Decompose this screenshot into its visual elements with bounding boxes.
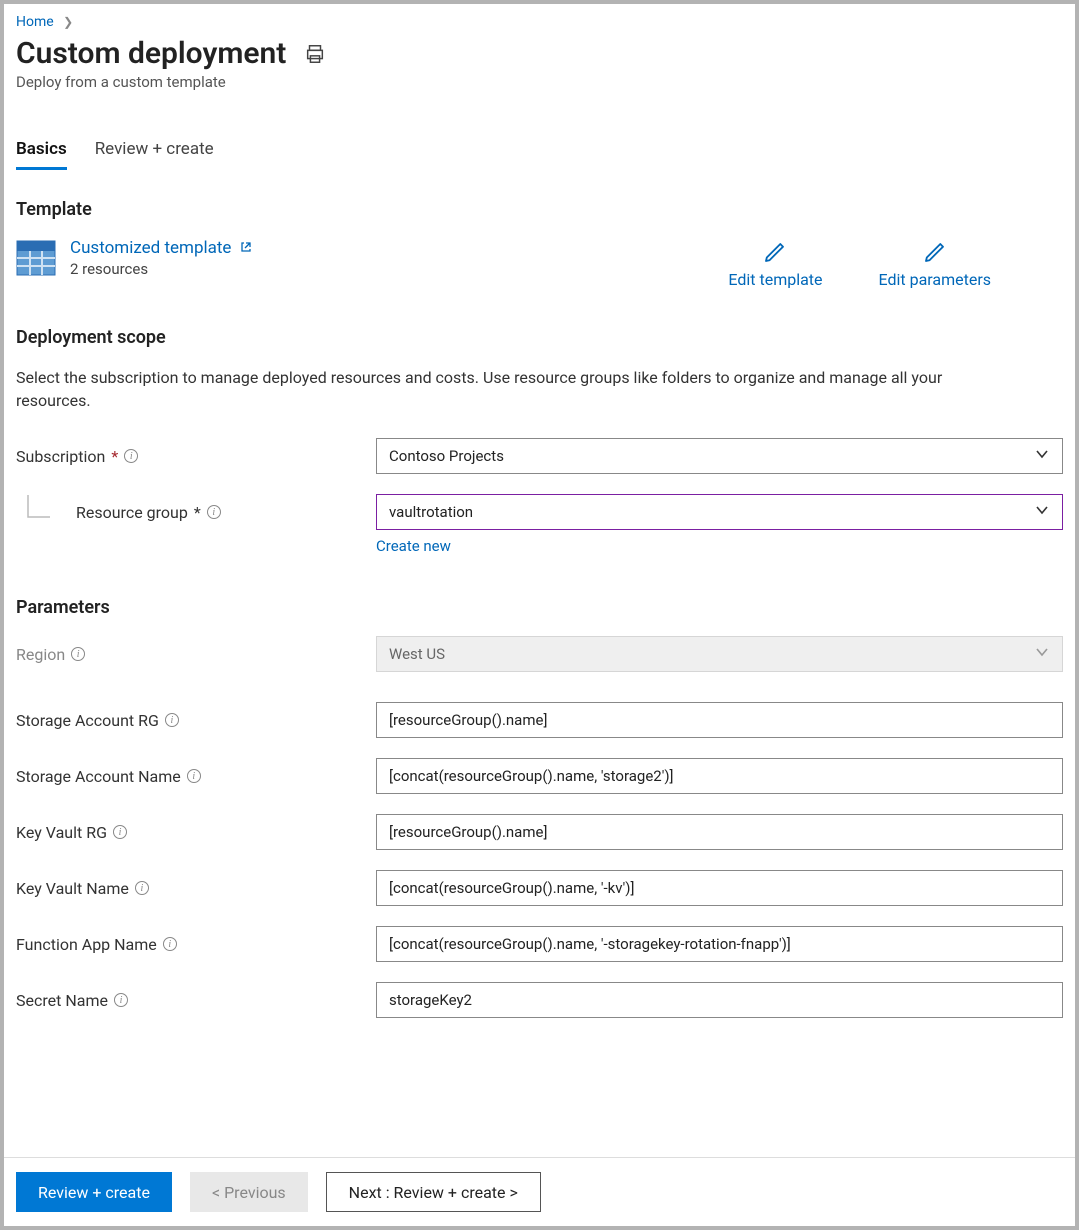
customized-template-label: Customized template	[70, 238, 231, 258]
page-subtitle: Deploy from a custom template	[16, 73, 1063, 91]
key-vault-name-label: Key Vault Name i	[16, 879, 376, 898]
region-label-text: Region	[16, 645, 65, 664]
main-content: Home ❯ Custom deployment Deploy from a c…	[4, 4, 1075, 1157]
info-icon[interactable]: i	[207, 505, 221, 519]
secret-name-input[interactable]	[376, 982, 1063, 1018]
parameters-header: Parameters	[16, 597, 1063, 618]
tabs: Basics Review + create	[16, 139, 1063, 171]
subscription-label-text: Subscription	[16, 447, 105, 466]
edit-parameters-label: Edit parameters	[879, 270, 991, 289]
resource-group-select[interactable]: vaultrotation	[376, 494, 1063, 530]
info-icon[interactable]: i	[71, 647, 85, 661]
info-icon[interactable]: i	[163, 937, 177, 951]
previous-button: < Previous	[190, 1172, 308, 1212]
key-vault-rg-input[interactable]	[376, 814, 1063, 850]
function-app-name-label-text: Function App Name	[16, 935, 157, 954]
resource-group-label-text: Resource group	[76, 503, 188, 522]
edit-template-label: Edit template	[728, 270, 822, 289]
secret-name-label: Secret Name i	[16, 991, 376, 1010]
function-app-name-label: Function App Name i	[16, 935, 376, 954]
chevron-down-icon	[1034, 644, 1050, 664]
print-icon[interactable]	[304, 43, 326, 65]
key-vault-rg-label: Key Vault RG i	[16, 823, 376, 842]
info-icon[interactable]: i	[165, 713, 179, 727]
breadcrumb-home[interactable]: Home	[16, 14, 54, 30]
info-icon[interactable]: i	[124, 449, 138, 463]
tab-review-create[interactable]: Review + create	[95, 139, 214, 170]
footer-bar: Review + create < Previous Next : Review…	[4, 1157, 1075, 1226]
storage-account-rg-input[interactable]	[376, 702, 1063, 738]
tab-basics[interactable]: Basics	[16, 139, 67, 170]
next-button[interactable]: Next : Review + create >	[326, 1172, 541, 1212]
storage-account-rg-label-text: Storage Account RG	[16, 711, 159, 730]
info-icon[interactable]: i	[113, 825, 127, 839]
region-select: West US	[376, 636, 1063, 672]
required-asterisk: *	[194, 503, 201, 522]
subscription-select-value: Contoso Projects	[389, 447, 504, 465]
key-vault-rg-label-text: Key Vault RG	[16, 823, 107, 842]
edit-parameters-link[interactable]: Edit parameters	[879, 240, 991, 289]
chevron-right-icon: ❯	[63, 15, 73, 29]
key-vault-name-input[interactable]	[376, 870, 1063, 906]
pencil-icon	[923, 240, 947, 264]
create-new-link[interactable]: Create new	[376, 537, 451, 555]
storage-account-rg-label: Storage Account RG i	[16, 711, 376, 730]
subscription-label: Subscription * i	[16, 447, 376, 466]
template-resource-count: 2 resources	[70, 260, 252, 278]
deployment-scope-description: Select the subscription to manage deploy…	[16, 366, 976, 412]
template-icon	[16, 238, 56, 278]
template-section-header: Template	[16, 199, 1063, 220]
region-select-value: West US	[389, 645, 445, 663]
external-link-icon	[240, 242, 252, 257]
template-info: Customized template 2 resources	[70, 238, 252, 278]
info-icon[interactable]: i	[187, 769, 201, 783]
deployment-scope-header: Deployment scope	[16, 327, 1063, 348]
breadcrumb: Home ❯	[16, 14, 1063, 30]
review-create-button[interactable]: Review + create	[16, 1172, 172, 1212]
key-vault-name-label-text: Key Vault Name	[16, 879, 129, 898]
required-asterisk: *	[111, 447, 118, 466]
subscription-select[interactable]: Contoso Projects	[376, 438, 1063, 474]
chevron-down-icon	[1034, 446, 1050, 466]
tree-connector-icon	[16, 495, 76, 529]
storage-account-name-label-text: Storage Account Name	[16, 767, 181, 786]
custom-deployment-window: Home ❯ Custom deployment Deploy from a c…	[4, 4, 1075, 1226]
resource-group-label: Resource group * i	[76, 503, 376, 522]
chevron-down-icon	[1034, 502, 1050, 522]
resource-group-select-value: vaultrotation	[389, 503, 473, 521]
secret-name-label-text: Secret Name	[16, 991, 108, 1010]
pencil-icon	[763, 240, 787, 264]
page-title: Custom deployment	[16, 36, 286, 71]
info-icon[interactable]: i	[135, 881, 149, 895]
region-label: Region i	[16, 645, 376, 664]
edit-template-link[interactable]: Edit template	[728, 240, 822, 289]
storage-account-name-label: Storage Account Name i	[16, 767, 376, 786]
storage-account-name-input[interactable]	[376, 758, 1063, 794]
info-icon[interactable]: i	[114, 993, 128, 1007]
function-app-name-input[interactable]	[376, 926, 1063, 962]
customized-template-link[interactable]: Customized template	[70, 238, 252, 258]
